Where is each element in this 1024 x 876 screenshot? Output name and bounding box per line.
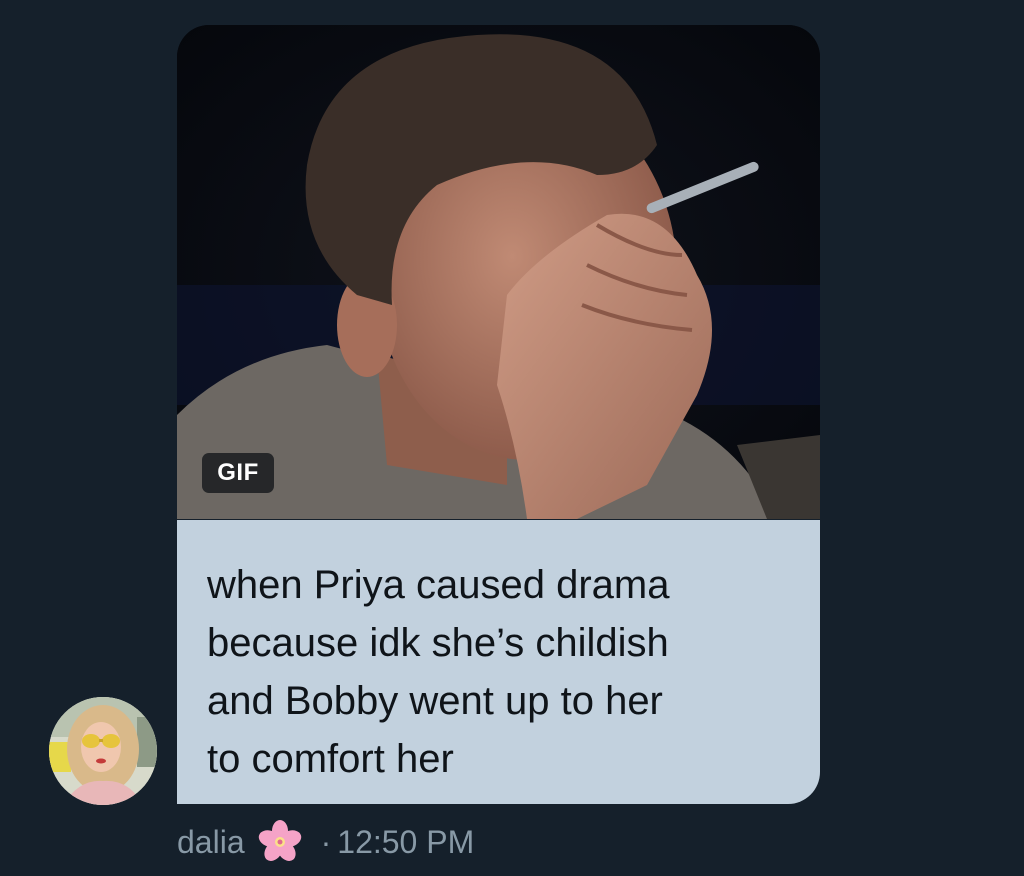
meta-separator: · <box>320 823 332 860</box>
gif-image <box>177 25 820 519</box>
message-bubble[interactable]: when Priya caused drama because idk she’… <box>177 520 820 804</box>
message-meta: dalia · 12:50 PM <box>177 820 474 864</box>
message-time: 12:50 PM <box>337 823 475 860</box>
gif-badge: GIF <box>202 453 274 493</box>
avatar-image <box>49 697 157 805</box>
cherry-blossom-icon <box>257 819 303 865</box>
gif-media[interactable]: GIF <box>177 25 820 519</box>
sender-name[interactable]: dalia <box>177 824 245 861</box>
avatar[interactable] <box>49 697 157 805</box>
dm-conversation: GIF when Priya caused drama because idk … <box>0 0 1024 876</box>
message-text: when Priya caused drama because idk she’… <box>207 563 670 781</box>
